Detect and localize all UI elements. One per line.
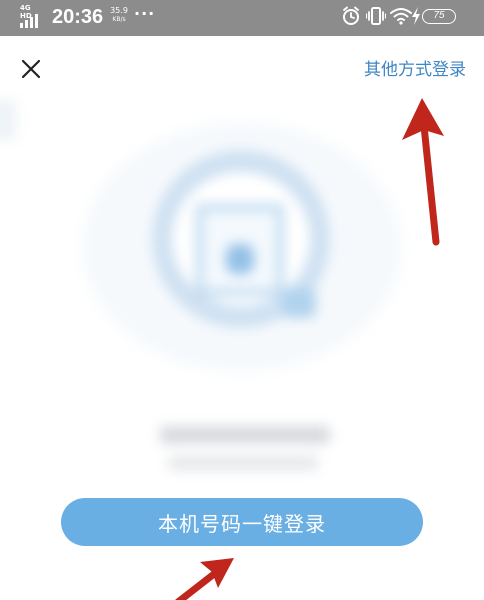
one-click-login-button[interactable]: 本机号码一键登录 (61, 498, 423, 546)
annotation-arrow-diagonal (175, 558, 234, 600)
battery-icon: 75 (422, 9, 456, 24)
network-speed-unit: KB/s (112, 16, 126, 23)
app-logo-ring (152, 150, 330, 328)
battery-level: 75 (433, 10, 445, 21)
app-logo-dot (226, 244, 254, 274)
blurred-phone-number (160, 426, 330, 444)
app-logo-center (172, 172, 310, 306)
more-notifications-indicator: ··· (134, 4, 156, 23)
status-bar: 4G HD 20:36 35.9 KB/s ··· 75 (0, 0, 484, 36)
annotation-arrow-up (402, 98, 444, 246)
wifi-icon (390, 8, 412, 25)
vibrate-icon (366, 7, 386, 25)
app-logo-frame (196, 204, 284, 296)
blurred-edge-shape (0, 100, 16, 140)
blurred-carrier-notice (168, 456, 318, 470)
close-icon (21, 59, 41, 79)
close-button[interactable] (14, 52, 48, 86)
logo-halo (82, 122, 402, 372)
network-speed: 35.9 KB/s (105, 6, 133, 23)
charging-icon (412, 7, 420, 25)
signal-icon (20, 14, 38, 28)
cellular-signal: 4G HD (20, 4, 42, 30)
alarm-icon (343, 6, 359, 25)
status-time: 20:36 (52, 6, 104, 28)
app-logo-corner (282, 288, 316, 318)
network-speed-value: 35.9 (110, 6, 128, 15)
other-login-methods-link[interactable]: 其他方式登录 (364, 58, 466, 82)
